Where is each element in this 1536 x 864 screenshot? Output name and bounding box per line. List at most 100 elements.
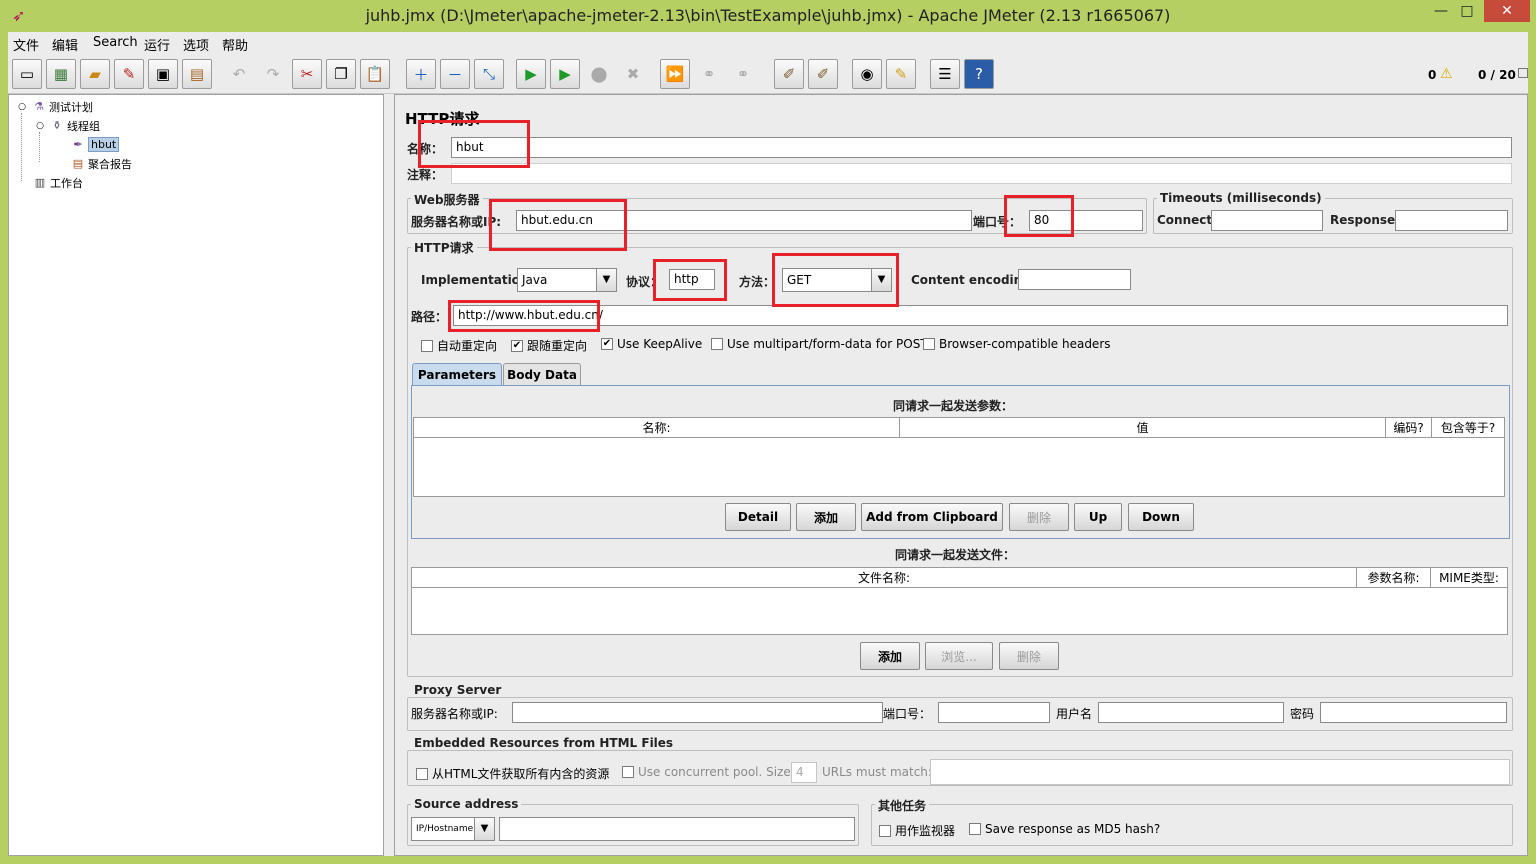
column-encode[interactable]: 编码? <box>1386 418 1432 438</box>
response-field[interactable] <box>1395 210 1508 231</box>
tree-workbench[interactable]: ▥ 工作台 <box>33 175 83 191</box>
browser-headers-checkbox[interactable]: Browser-compatible headers <box>923 337 1111 351</box>
down-button[interactable]: Down <box>1128 503 1194 531</box>
column-mime-type[interactable]: MIME类型: <box>1431 568 1507 588</box>
tree-toggle-icon[interactable]: ○ <box>33 119 47 133</box>
column-param-name[interactable]: 参数名称: <box>1357 568 1431 588</box>
checkbox-box[interactable] <box>421 339 433 352</box>
cut-icon[interactable]: ✂ <box>292 59 322 89</box>
menu-options[interactable]: 选项 <box>183 35 209 54</box>
add-param-button[interactable]: 添加 <box>796 503 856 531</box>
proxy-pass-field[interactable] <box>1320 702 1507 723</box>
files-table[interactable]: 文件名称: 参数名称: MIME类型: <box>411 567 1508 635</box>
up-button[interactable]: Up <box>1074 503 1122 531</box>
tree-toggle-icon[interactable]: ○ <box>15 100 29 114</box>
templates-icon[interactable]: ▦ <box>46 59 76 89</box>
tree-test-plan[interactable]: ○ ⚗ 测试计划 <box>15 99 93 115</box>
source-type-select[interactable]: IP/Hostname ▼ <box>411 817 495 841</box>
chevron-down-icon[interactable]: ▼ <box>596 269 616 291</box>
split-divider[interactable] <box>384 94 394 856</box>
save-as-icon[interactable]: ▤ <box>182 59 212 89</box>
column-include-equals[interactable]: 包含等于? <box>1432 418 1504 438</box>
auto-redirect-checkbox[interactable]: 自动重定向 <box>421 337 497 354</box>
path-field[interactable]: http://www.hbut.edu.cn/ <box>453 305 1508 326</box>
stop-icon[interactable]: ⬤ <box>584 59 614 89</box>
column-name[interactable]: 名称: <box>414 418 900 438</box>
add-from-clipboard-button[interactable]: Add from Clipboard <box>861 503 1003 531</box>
implementation-select[interactable]: Java ▼ <box>517 268 617 292</box>
menu-file[interactable]: 文件 <box>13 35 39 54</box>
multipart-checkbox[interactable]: Use multipart/form-data for POST <box>711 337 928 351</box>
toggle-icon[interactable]: ⤡ <box>474 59 504 89</box>
md5-checkbox[interactable]: Save response as MD5 hash? <box>969 822 1160 836</box>
concurrent-pool-checkbox[interactable]: Use concurrent pool. Size: <box>622 765 795 779</box>
checkbox-box[interactable] <box>969 823 981 835</box>
clear-all-icon[interactable]: ✐ <box>808 59 838 89</box>
save-icon[interactable]: ▣ <box>148 59 178 89</box>
monitor-checkbox[interactable]: 用作监视器 <box>879 822 955 839</box>
delete-param-button[interactable]: 删除 <box>1009 503 1069 531</box>
detail-button[interactable]: Detail <box>725 503 791 531</box>
pool-size-field[interactable]: 4 <box>791 762 817 783</box>
start-no-pause-icon[interactable]: ▶ <box>550 59 580 89</box>
checkmark-icon[interactable]: ✔ <box>511 339 523 352</box>
source-address-field[interactable] <box>499 817 855 841</box>
add-file-button[interactable]: 添加 <box>860 642 920 670</box>
chevron-down-icon[interactable]: ▼ <box>474 818 494 840</box>
embedded-resources-checkbox[interactable]: 从HTML文件获取所有内含的资源 <box>416 765 609 782</box>
remote-stop-icon[interactable]: ⚭ <box>694 59 724 89</box>
column-file-name[interactable]: 文件名称: <box>412 568 1357 588</box>
checkmark-icon[interactable]: ✔ <box>601 338 613 350</box>
collapse-icon[interactable]: － <box>440 59 470 89</box>
reset-search-icon[interactable]: ✎ <box>886 59 916 89</box>
expand-icon[interactable]: ＋ <box>406 59 436 89</box>
params-table[interactable]: 名称: 值 编码? 包含等于? <box>413 417 1505 497</box>
chevron-down-icon[interactable]: ▼ <box>871 269 891 291</box>
proxy-port-field[interactable] <box>938 702 1050 723</box>
menu-edit[interactable]: 编辑 <box>52 35 78 54</box>
comment-field[interactable] <box>451 163 1512 184</box>
open-icon[interactable]: ▰ <box>80 59 110 89</box>
redo-icon[interactable]: ↷ <box>258 59 288 89</box>
encoding-field[interactable] <box>1018 269 1131 290</box>
tree-sampler-hbut[interactable]: ✒ hbut <box>71 137 120 152</box>
shutdown-icon[interactable]: ✖ <box>618 59 648 89</box>
maximize-button[interactable]: □ <box>1452 0 1482 22</box>
tab-body-data[interactable]: Body Data <box>503 363 581 385</box>
search-icon[interactable]: ◉ <box>852 59 882 89</box>
connect-field[interactable] <box>1211 210 1323 231</box>
tree-aggregate-report[interactable]: ▤ 聚合报告 <box>71 156 132 172</box>
help-icon[interactable]: ? <box>964 59 994 89</box>
tab-parameters[interactable]: Parameters <box>412 363 502 385</box>
undo-icon[interactable]: ↶ <box>224 59 254 89</box>
server-field[interactable]: hbut.edu.cn <box>516 210 972 231</box>
keepalive-checkbox[interactable]: ✔ Use KeepAlive <box>601 337 702 351</box>
delete-file-button[interactable]: 删除 <box>999 642 1059 670</box>
copy-icon[interactable]: ❐ <box>326 59 356 89</box>
paste-icon[interactable]: 📋 <box>360 59 390 89</box>
method-select[interactable]: GET ▼ <box>782 268 892 292</box>
menu-run[interactable]: 运行 <box>144 35 170 54</box>
proxy-server-field[interactable] <box>512 702 883 723</box>
tree-thread-group[interactable]: ○ ⚱ 线程组 <box>33 118 100 134</box>
checkbox-box[interactable] <box>416 767 428 780</box>
column-value[interactable]: 值 <box>900 418 1386 438</box>
browse-button[interactable]: 浏览... <box>925 642 993 670</box>
clear-icon[interactable]: ✐ <box>774 59 804 89</box>
close-file-icon[interactable]: ✎ <box>114 59 144 89</box>
new-icon[interactable]: ▭ <box>12 59 42 89</box>
proxy-user-field[interactable] <box>1098 702 1284 723</box>
remote-shutdown-icon[interactable]: ⚭ <box>728 59 758 89</box>
remote-start-icon[interactable]: ⏩ <box>660 59 690 89</box>
checkbox-box[interactable] <box>711 338 723 350</box>
name-field[interactable]: hbut <box>451 137 1512 158</box>
follow-redirect-checkbox[interactable]: ✔ 跟随重定向 <box>511 337 587 354</box>
port-field[interactable]: 80 <box>1029 210 1143 231</box>
protocol-field[interactable]: http <box>669 269 715 290</box>
checkbox-box[interactable] <box>923 338 935 350</box>
start-icon[interactable]: ▶ <box>516 59 546 89</box>
checkbox-box[interactable] <box>879 824 891 837</box>
checkbox-box[interactable] <box>622 766 634 778</box>
menu-search[interactable]: Search <box>93 35 138 50</box>
close-button[interactable]: ✕ <box>1484 0 1530 22</box>
